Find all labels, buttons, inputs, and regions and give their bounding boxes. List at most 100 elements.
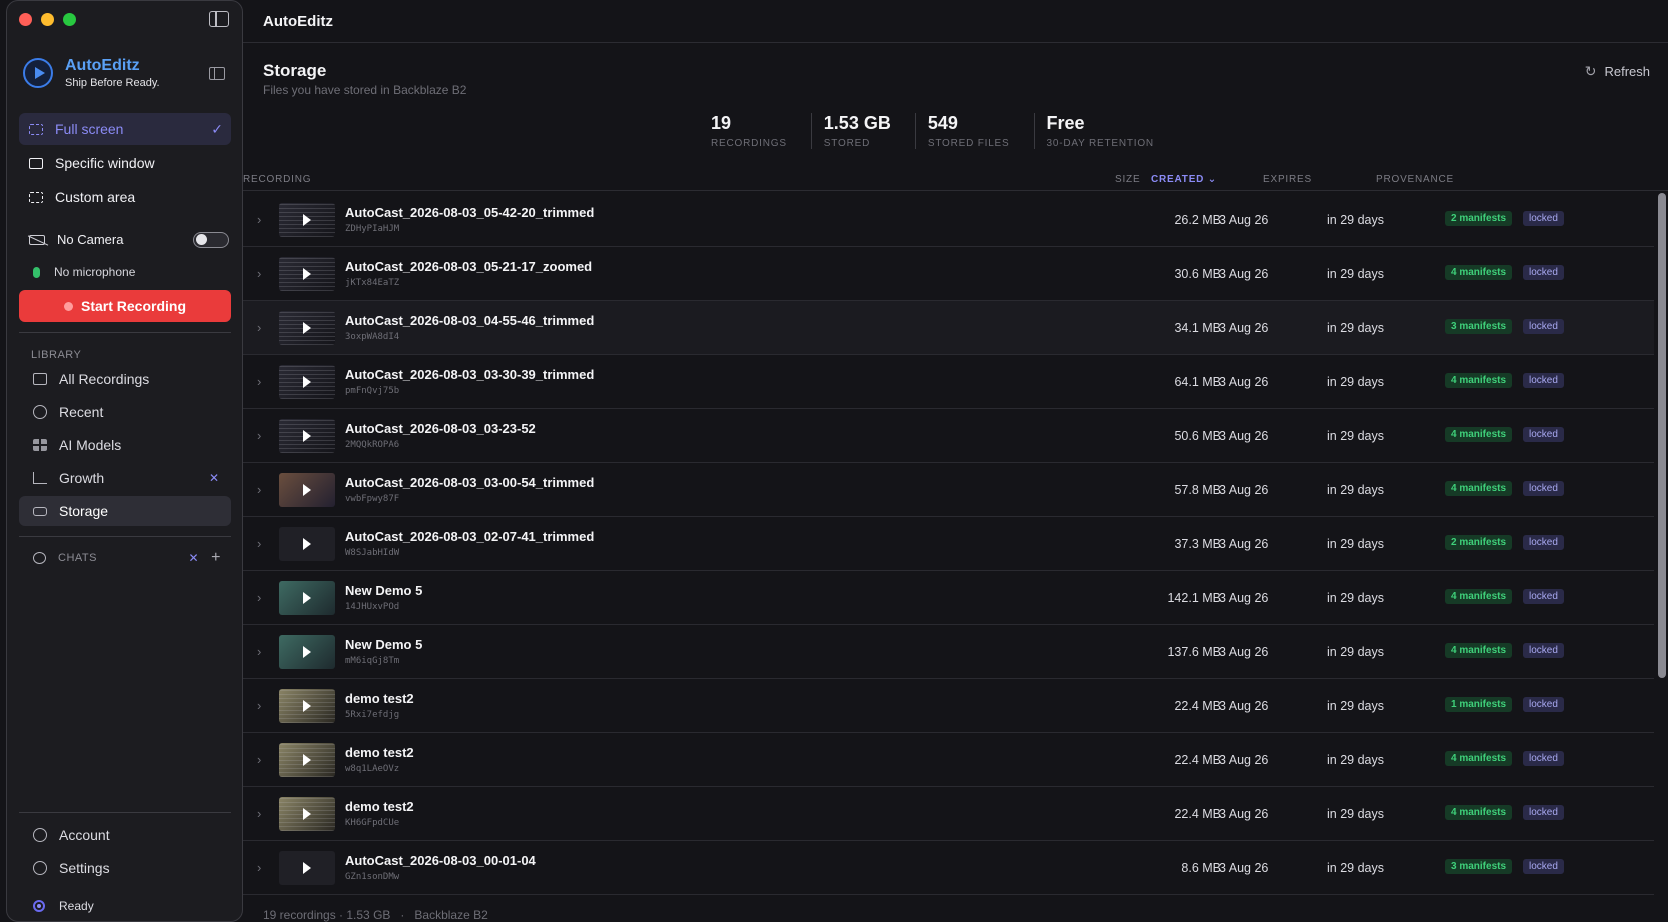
recording-name: AutoCast_2026-08-03_03-30-39_trimmed xyxy=(345,367,595,382)
table-row[interactable]: › AutoCast_2026-08-03_00-01-04 GZn1sonDM… xyxy=(243,841,1654,895)
recording-name: New Demo 5 xyxy=(345,637,423,652)
recording-created: 3 Aug 26 xyxy=(1219,699,1269,713)
expand-chevron-icon[interactable]: › xyxy=(257,320,261,335)
refresh-button[interactable]: ↻ Refresh xyxy=(1585,63,1650,80)
header-recording[interactable]: RECORDING xyxy=(243,174,311,185)
recording-size: 37.3 MB xyxy=(1174,537,1221,551)
thumbnail[interactable] xyxy=(279,311,335,345)
thumbnail[interactable] xyxy=(279,419,335,453)
account-icon xyxy=(33,828,47,842)
nav-label: All Recordings xyxy=(59,371,150,387)
play-icon xyxy=(303,268,311,280)
nav-account[interactable]: Account xyxy=(19,820,231,850)
header-size[interactable]: SIZE xyxy=(1115,174,1140,185)
recording-id: 2MQQkROPA6 xyxy=(345,440,400,450)
table-row[interactable]: › demo test2 5Rxi7efdjg 22.4 MB 3 Aug 26… xyxy=(243,679,1654,733)
thumbnail[interactable] xyxy=(279,689,335,723)
sidebar-toggle-icon[interactable] xyxy=(209,11,229,27)
manifests-badge: 4 manifests xyxy=(1445,589,1513,604)
tools-icon[interactable]: ✕ xyxy=(188,551,199,565)
nav-growth[interactable]: Growth ✕ xyxy=(19,463,231,493)
expand-chevron-icon[interactable]: › xyxy=(257,266,261,281)
recording-created: 3 Aug 26 xyxy=(1219,321,1269,335)
nav-storage[interactable]: Storage xyxy=(19,496,231,526)
start-recording-button[interactable]: Start Recording xyxy=(19,290,231,322)
capture-full-screen[interactable]: Full screen ✓ xyxy=(19,113,231,145)
recording-name: AutoCast_2026-08-03_03-00-54_trimmed xyxy=(345,475,595,490)
expand-chevron-icon[interactable]: › xyxy=(257,536,261,551)
thumbnail[interactable] xyxy=(279,797,335,831)
nav-ai-models[interactable]: AI Models xyxy=(19,430,231,460)
microphone-row[interactable]: No microphone xyxy=(29,265,135,279)
recording-size: 142.1 MB xyxy=(1167,591,1221,605)
table-row[interactable]: › demo test2 w8q1LAeOVz 22.4 MB 3 Aug 26… xyxy=(243,733,1654,787)
stat-label: RECORDINGS xyxy=(711,138,787,149)
footer-summary: 19 recordings · 1.53 GB · Backblaze B2 xyxy=(263,908,488,922)
thumbnail[interactable] xyxy=(279,365,335,399)
expand-chevron-icon[interactable]: › xyxy=(257,590,261,605)
expand-chevron-icon[interactable]: › xyxy=(257,212,261,227)
folder-icon xyxy=(33,373,47,385)
zoom-window-button[interactable] xyxy=(63,13,76,26)
recording-size: 22.4 MB xyxy=(1174,699,1221,713)
collapse-sidebar-icon[interactable] xyxy=(209,67,225,80)
thumbnail[interactable] xyxy=(279,851,335,885)
thumbnail[interactable] xyxy=(279,257,335,291)
locked-badge: locked xyxy=(1523,859,1564,874)
chats-section[interactable]: CHATS ✕ + xyxy=(19,543,231,573)
table-row[interactable]: › AutoCast_2026-08-03_03-00-54_trimmed v… xyxy=(243,463,1654,517)
table-row[interactable]: › New Demo 5 mM6iqGj8Tm 137.6 MB 3 Aug 2… xyxy=(243,625,1654,679)
expand-chevron-icon[interactable]: › xyxy=(257,644,261,659)
add-chat-icon[interactable]: + xyxy=(211,549,221,567)
close-window-button[interactable] xyxy=(19,13,32,26)
brand-tagline: Ship Before Ready. xyxy=(65,77,160,89)
sidebar: AutoEditz Ship Before Ready. Full screen… xyxy=(6,0,243,922)
minimize-window-button[interactable] xyxy=(41,13,54,26)
scrollbar[interactable] xyxy=(1658,193,1666,678)
table-row[interactable]: › AutoCast_2026-08-03_03-30-39_trimmed p… xyxy=(243,355,1654,409)
thumbnail[interactable] xyxy=(279,581,335,615)
locked-badge: locked xyxy=(1523,319,1564,334)
table-row[interactable]: › demo test2 KH6GFpdCUe 22.4 MB 3 Aug 26… xyxy=(243,787,1654,841)
expand-chevron-icon[interactable]: › xyxy=(257,860,261,875)
thumbnail[interactable] xyxy=(279,473,335,507)
refresh-icon: ↻ xyxy=(1584,63,1597,79)
table-row[interactable]: › AutoCast_2026-08-03_05-42-20_trimmed Z… xyxy=(243,193,1654,247)
table-header: RECORDING SIZE CREATED ⌄ EXPIRES PROVENA… xyxy=(243,171,1668,191)
expand-chevron-icon[interactable]: › xyxy=(257,698,261,713)
play-icon xyxy=(303,700,311,712)
table-row[interactable]: › AutoCast_2026-08-03_04-55-46_trimmed 3… xyxy=(243,301,1654,355)
nav-recent[interactable]: Recent xyxy=(19,397,231,427)
nav-all-recordings[interactable]: All Recordings xyxy=(19,364,231,394)
thumbnail[interactable] xyxy=(279,635,335,669)
thumbnail[interactable] xyxy=(279,743,335,777)
header-expires[interactable]: EXPIRES xyxy=(1263,174,1312,185)
capture-option-label: Custom area xyxy=(55,189,136,205)
expand-chevron-icon[interactable]: › xyxy=(257,482,261,497)
camera-toggle[interactable] xyxy=(193,231,229,248)
expand-chevron-icon[interactable]: › xyxy=(257,428,261,443)
recording-id: KH6GFpdCUe xyxy=(345,818,400,828)
divider xyxy=(19,332,231,333)
table-row[interactable]: › AutoCast_2026-08-03_03-23-52 2MQQkROPA… xyxy=(243,409,1654,463)
header-created[interactable]: CREATED ⌄ xyxy=(1151,174,1217,185)
table-row[interactable]: › New Demo 5 14JHUxvPOd 142.1 MB 3 Aug 2… xyxy=(243,571,1654,625)
microphone-icon xyxy=(33,266,40,278)
expand-chevron-icon[interactable]: › xyxy=(257,752,261,767)
table-row[interactable]: › AutoCast_2026-08-03_02-07-41_trimmed W… xyxy=(243,517,1654,571)
brand-name: AutoEditz xyxy=(65,57,140,74)
manifests-badge: 3 manifests xyxy=(1445,319,1513,334)
thumbnail[interactable] xyxy=(279,527,335,561)
table-row[interactable]: › AutoCast_2026-08-03_05-21-17_zoomed jK… xyxy=(243,247,1654,301)
recording-id: W8SJabHIdW xyxy=(345,548,400,558)
capture-specific-window[interactable]: Specific window xyxy=(19,147,231,179)
expand-chevron-icon[interactable]: › xyxy=(257,374,261,389)
capture-custom-area[interactable]: Custom area xyxy=(19,181,231,213)
manifests-badge: 4 manifests xyxy=(1445,751,1513,766)
nav-settings[interactable]: Settings xyxy=(19,853,231,883)
expand-chevron-icon[interactable]: › xyxy=(257,806,261,821)
header-provenance[interactable]: PROVENANCE xyxy=(1376,174,1454,185)
manifests-badge: 4 manifests xyxy=(1445,373,1513,388)
recording-expires: in 29 days xyxy=(1327,321,1384,335)
thumbnail[interactable] xyxy=(279,203,335,237)
